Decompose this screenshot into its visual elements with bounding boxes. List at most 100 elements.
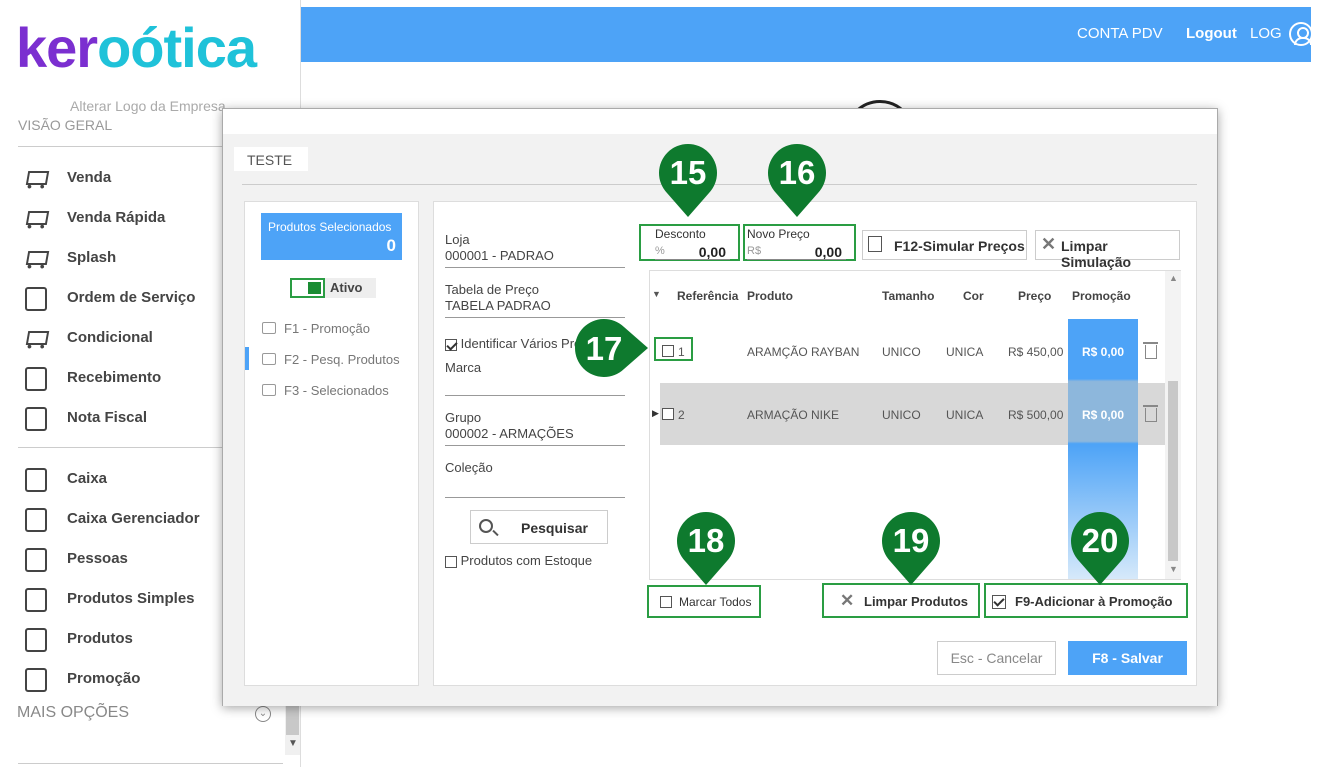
tabela-field[interactable]: TABELA PADRAO	[445, 298, 625, 318]
box-icon	[22, 626, 48, 652]
loja-label: Loja	[445, 232, 470, 247]
cart-arrows-icon	[22, 325, 48, 354]
sidebar-item-splash[interactable]: Splash	[22, 242, 116, 275]
clear-simulation-button[interactable]: ✕ Limpar Simulação	[1035, 230, 1180, 270]
colecao-field[interactable]	[445, 478, 625, 498]
sort-down-icon[interactable]: ▼	[652, 289, 661, 299]
highlight-row1-checkbox	[654, 337, 693, 361]
tag-percent-icon	[22, 666, 48, 692]
scroll-down-arrow[interactable]: ▼	[288, 738, 298, 749]
scrollbar-thumb[interactable]	[1168, 381, 1178, 561]
trash-icon[interactable]	[1143, 405, 1158, 422]
divider	[242, 184, 1197, 185]
sidebar-item-condicional[interactable]: Condicional	[22, 322, 153, 355]
nav-f3-selecionados[interactable]: F3 - Selecionados	[262, 381, 389, 399]
scrollbar-thumb[interactable]	[286, 705, 299, 735]
left-panel: Produtos Selecionados 0 Ativo F1 - Promo…	[244, 201, 419, 686]
new-price-field[interactable]: Novo Preço R$ 0,00	[743, 224, 856, 261]
header-preco[interactable]: Preço	[1018, 289, 1051, 303]
stock-filter-checkbox[interactable]: Produtos com Estoque	[445, 553, 592, 568]
more-options[interactable]: MAIS OPÇÕES	[17, 704, 129, 722]
simulate-prices-button[interactable]: F12-Simular Preços	[862, 230, 1027, 260]
header-cor[interactable]: Cor	[963, 289, 984, 303]
checkbox[interactable]	[660, 596, 672, 608]
active-label: Ativo	[330, 280, 363, 295]
cart-icon	[22, 165, 48, 194]
row-checkbox[interactable]	[662, 408, 674, 420]
search-icon	[479, 519, 493, 533]
discount-field[interactable]: Desconto % 0,00	[639, 224, 740, 261]
cancel-button[interactable]: Esc - Cancelar	[937, 641, 1056, 675]
row-pointer-icon: ▶	[652, 408, 659, 418]
sidebar-item-promocao[interactable]: Promoção	[22, 663, 140, 693]
marca-label: Marca	[445, 360, 482, 375]
logout-link[interactable]: Logout	[1186, 25, 1237, 42]
sidebar-item-recebimento[interactable]: Recebimento	[22, 362, 161, 392]
main-panel: Loja 000001 - PADRAO Tabela de Preço TAB…	[433, 201, 1197, 686]
sidebar-item-pessoas[interactable]: Pessoas	[22, 543, 128, 573]
sidebar-item-venda[interactable]: Venda	[22, 162, 111, 195]
nav-f2-pesq-produtos[interactable]: F2 - Pesq. Produtos	[262, 350, 400, 368]
header-referencia[interactable]: Referência	[677, 289, 738, 303]
sidebar-item-caixa[interactable]: Caixa	[22, 463, 107, 493]
checkbox[interactable]	[445, 555, 457, 568]
colecao-label: Coleção	[445, 460, 493, 475]
trash-icon[interactable]	[1143, 342, 1158, 359]
save-button[interactable]: F8 - Salvar	[1068, 641, 1187, 675]
people-icon	[22, 546, 48, 572]
sidebar-item-ordem-servico[interactable]: Ordem de Serviço	[22, 282, 195, 312]
add-to-promotion-button[interactable]: F9-Adicionar à Promoção	[984, 583, 1188, 618]
header-promocao[interactable]: Promoção	[1072, 289, 1131, 303]
chevron-down-icon[interactable]: ⌄	[255, 706, 271, 722]
active-toggle[interactable]	[290, 278, 325, 298]
header-produto[interactable]: Produto	[747, 289, 793, 303]
edit-icon	[868, 236, 882, 252]
page-icon	[262, 322, 276, 334]
cart-dollar-icon	[22, 245, 48, 274]
grid-scrollbar[interactable]: ▲ ▼	[1165, 271, 1181, 579]
toggle-knob	[308, 282, 321, 294]
alter-logo-link[interactable]: Alterar Logo da Empresa	[70, 98, 226, 114]
checkbox-checked[interactable]	[445, 338, 457, 351]
active-toggle-wrap: Ativo	[290, 278, 376, 298]
sidebar-item-caixa-gerenciador[interactable]: Caixa Gerenciador	[22, 503, 200, 533]
nav-f1-promocao[interactable]: F1 - Promoção	[262, 319, 370, 337]
sidebar-item-produtos-simples[interactable]: Produtos Simples	[22, 583, 195, 613]
annotation-marker-20: 20	[1070, 511, 1130, 585]
user-money-icon	[22, 506, 48, 532]
header-tamanho[interactable]: Tamanho	[882, 289, 934, 303]
annotation-marker-17: 17	[574, 318, 648, 378]
nfe-icon	[22, 405, 48, 431]
loja-field[interactable]: 000001 - PADRAO	[445, 248, 625, 268]
sidebar-item-nota-fiscal[interactable]: Nota Fiscal	[22, 402, 147, 432]
search-button[interactable]: Pesquisar	[470, 510, 608, 544]
clear-products-button[interactable]: ✕ Limpar Produtos	[822, 583, 980, 618]
tabela-label: Tabela de Preço	[445, 282, 539, 297]
close-icon: ✕	[1041, 234, 1057, 254]
sidebar-scrollbar[interactable]: ▼	[285, 705, 300, 755]
annotation-marker-18: 18	[676, 511, 736, 585]
company-logo: keroótica	[16, 16, 257, 79]
check-icon	[992, 595, 1006, 609]
box-icon	[22, 586, 48, 612]
scroll-up-arrow[interactable]: ▲	[1169, 273, 1178, 283]
conta-pdv-link[interactable]: CONTA PDV	[1077, 25, 1163, 42]
mark-all-checkbox[interactable]: Marcar Todos	[647, 585, 761, 618]
annotation-marker-19: 19	[881, 511, 941, 585]
sidebar-item-produtos[interactable]: Produtos	[22, 623, 133, 653]
sidebar-item-venda-rapida[interactable]: Venda Rápida	[22, 202, 165, 235]
promotion-modal: TESTE Produtos Selecionados 0 Ativo F1 -…	[222, 108, 1218, 706]
section-title: VISÃO GERAL	[18, 117, 113, 133]
user-icon[interactable]	[1289, 22, 1313, 46]
cart-icon	[262, 353, 276, 365]
grupo-label: Grupo	[445, 410, 482, 425]
selected-products-box[interactable]: Produtos Selecionados 0	[261, 213, 402, 260]
grupo-field[interactable]: 000002 - ARMAÇÕES	[445, 426, 625, 446]
user-name[interactable]: LOG	[1250, 25, 1282, 42]
marca-field[interactable]	[445, 376, 625, 396]
identificar-checkbox[interactable]: Identificar Vários Pro	[445, 336, 581, 351]
modal-body: TESTE Produtos Selecionados 0 Ativo F1 -…	[223, 134, 1217, 706]
active-nav-indicator	[245, 347, 249, 370]
scroll-down-arrow[interactable]: ▼	[1169, 564, 1178, 574]
divider	[18, 763, 283, 764]
